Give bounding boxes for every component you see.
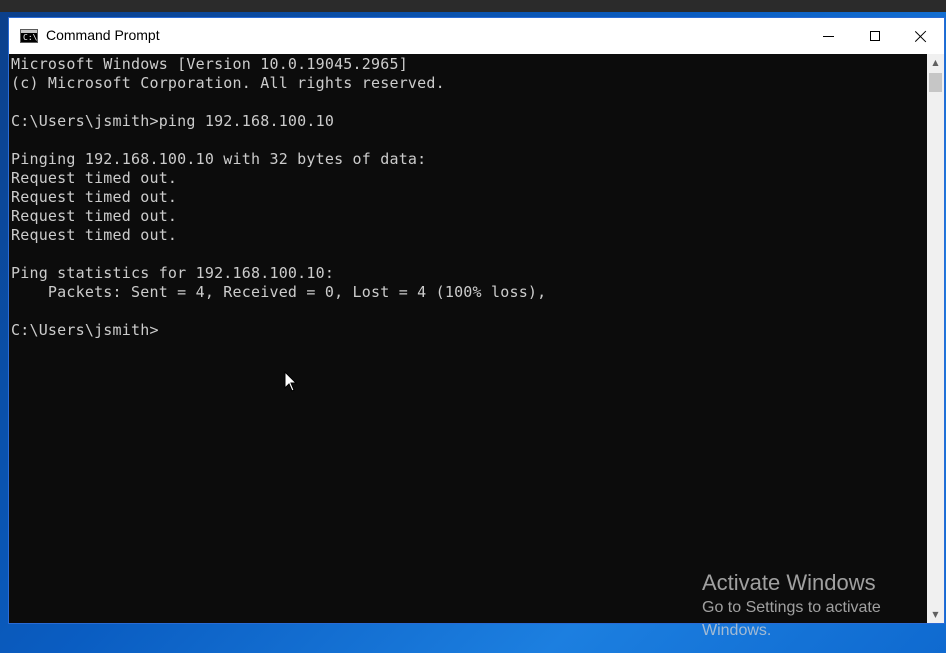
console-line: Packets: Sent = 4, Received = 0, Lost = … <box>11 283 547 301</box>
console-text[interactable]: Microsoft Windows [Version 10.0.19045.29… <box>10 54 919 340</box>
console-line: Request timed out. <box>11 226 178 244</box>
scroll-thumb[interactable] <box>929 73 942 92</box>
command-prompt-window[interactable]: C:\ Command Prompt Microsoft Windows [Ve… <box>8 17 945 624</box>
cmd-icon[interactable]: C:\ <box>20 29 38 43</box>
watermark-line-1: Go to Settings to activate <box>702 599 881 616</box>
maximize-icon <box>870 31 880 41</box>
watermark-title: Activate Windows <box>702 570 876 595</box>
console-output[interactable]: Microsoft Windows [Version 10.0.19045.29… <box>10 54 919 623</box>
watermark-line-2: Windows. <box>702 622 772 639</box>
console-line: Ping statistics for 192.168.100.10: <box>11 264 335 282</box>
desktop-top-strip <box>0 0 946 12</box>
close-icon <box>915 30 927 42</box>
window-title: Command Prompt <box>46 27 160 43</box>
scroll-up-button[interactable]: ▲ <box>927 54 944 71</box>
title-bar[interactable]: C:\ Command Prompt <box>9 18 944 54</box>
activate-windows-watermark: Activate Windows Go to Settings to activ… <box>702 570 942 642</box>
console-line: Request timed out. <box>11 207 178 225</box>
console-line: Request timed out. <box>11 188 178 206</box>
console-line: C:\Users\jsmith>ping 192.168.100.10 <box>11 112 335 130</box>
close-button[interactable] <box>898 18 944 54</box>
chevron-up-icon: ▲ <box>932 58 939 67</box>
minimize-button[interactable] <box>805 18 851 54</box>
console-line: Microsoft Windows [Version 10.0.19045.29… <box>11 55 408 73</box>
console-line: (c) Microsoft Corporation. All rights re… <box>11 74 445 92</box>
vertical-scrollbar[interactable]: ▲ ▼ <box>927 54 944 623</box>
console-line: C:\Users\jsmith> <box>11 321 159 339</box>
maximize-button[interactable] <box>852 18 898 54</box>
console-line: Request timed out. <box>11 169 178 187</box>
mouse-pointer-icon <box>284 371 298 392</box>
console-line: Pinging 192.168.100.10 with 32 bytes of … <box>11 150 427 168</box>
minimize-icon <box>822 35 834 37</box>
cmd-icon-glyph: C:\ <box>23 33 38 42</box>
